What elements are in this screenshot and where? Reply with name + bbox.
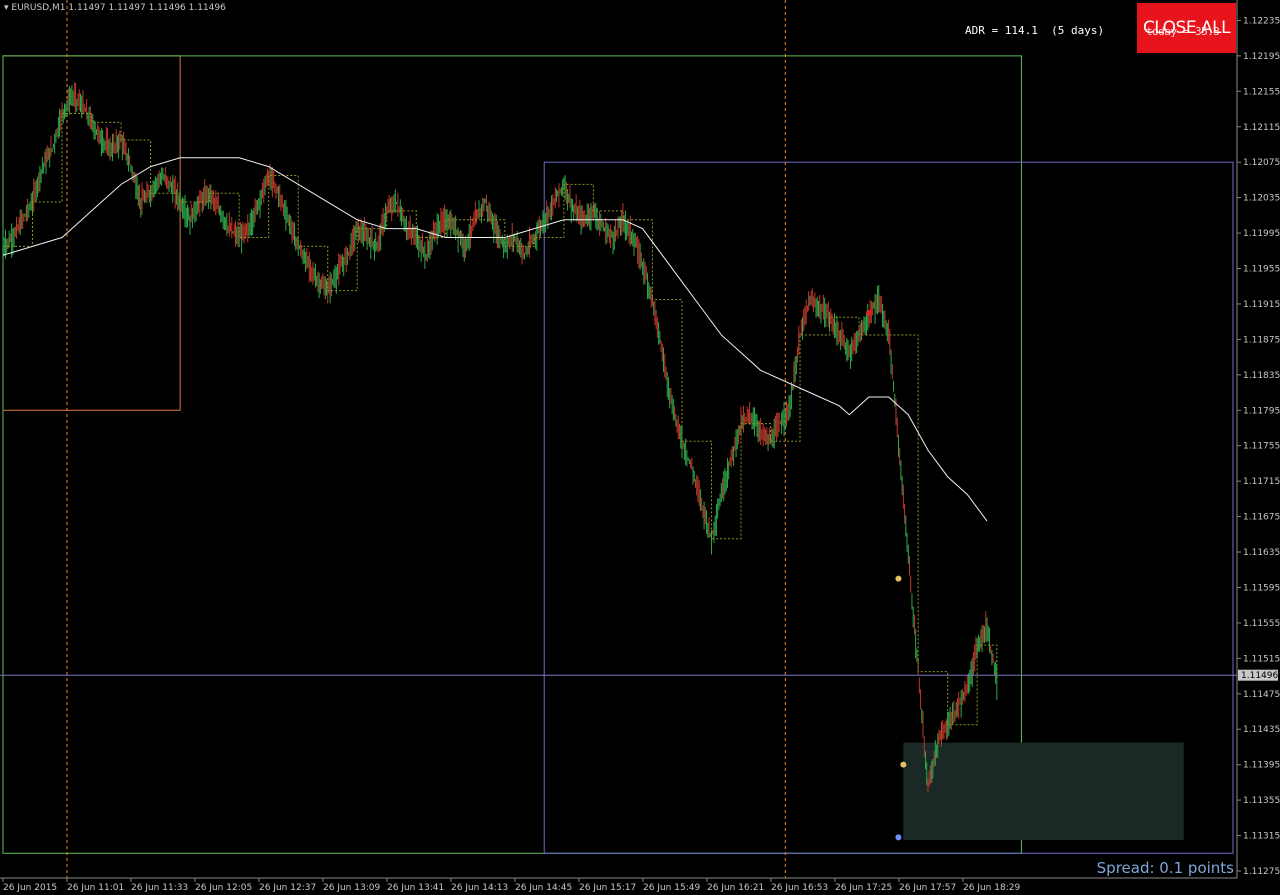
adr-label: ADR = 114.1 (5 days) — [965, 24, 1105, 37]
current-price-label: 1.11496 — [1241, 671, 1278, 681]
y-tick-label-19: 1.11475 — [1243, 690, 1280, 700]
ohlc-values: 1.11497 1.11497 1.11496 1.11496 — [68, 3, 226, 13]
x-tick-label-10: 26 Jun 15:49 — [643, 883, 700, 893]
x-tick-label-8: 26 Jun 14:45 — [515, 883, 572, 893]
x-tick-label-13: 26 Jun 17:25 — [835, 883, 892, 893]
x-tick-label-3: 26 Jun 12:05 — [195, 883, 252, 893]
y-tick-label-5: 1.12035 — [1243, 194, 1280, 204]
spread-label: Spread: 0.1 points — [1096, 859, 1234, 877]
x-tick-label-14: 26 Jun 17:57 — [899, 883, 956, 893]
close-all-button[interactable]: today = 35.3 CLOSE ALL — [1137, 3, 1236, 53]
x-tick-label-6: 26 Jun 13:41 — [387, 883, 444, 893]
y-tick-label-8: 1.11915 — [1243, 300, 1280, 310]
x-tick-label-9: 26 Jun 15:17 — [579, 883, 636, 893]
x-tick-label-2: 26 Jun 11:33 — [131, 883, 188, 893]
x-tick-label-5: 26 Jun 13:09 — [323, 883, 380, 893]
price-chart[interactable]: 1.12235 1.12195 1.12155 1.12115 1.12075 1.120… — [0, 0, 1280, 895]
y-tick-label-23: 1.11315 — [1243, 832, 1280, 842]
y-tick-label-15: 1.11635 — [1243, 548, 1280, 558]
x-tick-label-15: 26 Jun 18:29 — [963, 883, 1020, 893]
y-tick-label-6: 1.11995 — [1243, 229, 1280, 239]
x-tick-label-4: 26 Jun 12:37 — [259, 883, 316, 893]
x-tick-label-0: 26 Jun 2015 — [3, 883, 57, 893]
y-tick-label-0: 1.12235 — [1243, 16, 1280, 26]
chart-header: ▾ EURUSD,M1 1.11497 1.11497 1.11496 1.11… — [4, 3, 226, 13]
y-tick-label-17: 1.11555 — [1243, 619, 1280, 629]
x-tick-label-11: 26 Jun 16:21 — [707, 883, 764, 893]
y-tick-label-4: 1.12075 — [1243, 158, 1280, 168]
symbol-label: EURUSD,M1 — [11, 3, 66, 13]
x-tick-label-7: 26 Jun 14:13 — [451, 883, 508, 893]
y-tick-label-10: 1.11835 — [1243, 371, 1280, 381]
y-tick-label-20: 1.11435 — [1243, 725, 1280, 735]
today-range-label: today = 35.3 — [1146, 25, 1220, 38]
order-marker — [895, 575, 902, 582]
y-tick-label-24: 1.11275 — [1243, 867, 1280, 877]
y-tick-label-18: 1.11515 — [1243, 654, 1280, 664]
y-tick-label-9: 1.11875 — [1243, 335, 1280, 345]
y-tick-label-3: 1.12115 — [1243, 123, 1280, 133]
y-tick-label-16: 1.11595 — [1243, 583, 1280, 593]
y-tick-label-7: 1.11955 — [1243, 265, 1280, 275]
y-tick-label-1: 1.12195 — [1243, 52, 1280, 62]
y-tick-label-14: 1.11675 — [1243, 513, 1280, 523]
x-tick-label-1: 26 Jun 11:01 — [67, 883, 124, 893]
buy-marker — [895, 834, 902, 841]
close-marker — [900, 761, 907, 768]
y-tick-label-12: 1.11755 — [1243, 442, 1280, 452]
y-tick-label-2: 1.12155 — [1243, 87, 1280, 97]
x-tick-label-12: 26 Jun 16:53 — [771, 883, 828, 893]
dropdown-arrow-icon[interactable]: ▾ — [4, 3, 9, 13]
y-tick-label-21: 1.11395 — [1243, 761, 1280, 771]
target-zone — [903, 742, 1184, 840]
y-tick-label-22: 1.11355 — [1243, 796, 1280, 806]
sell-entry-marker — [865, 309, 872, 316]
y-tick-label-13: 1.11715 — [1243, 477, 1280, 487]
y-tick-label-11: 1.11795 — [1243, 406, 1280, 416]
